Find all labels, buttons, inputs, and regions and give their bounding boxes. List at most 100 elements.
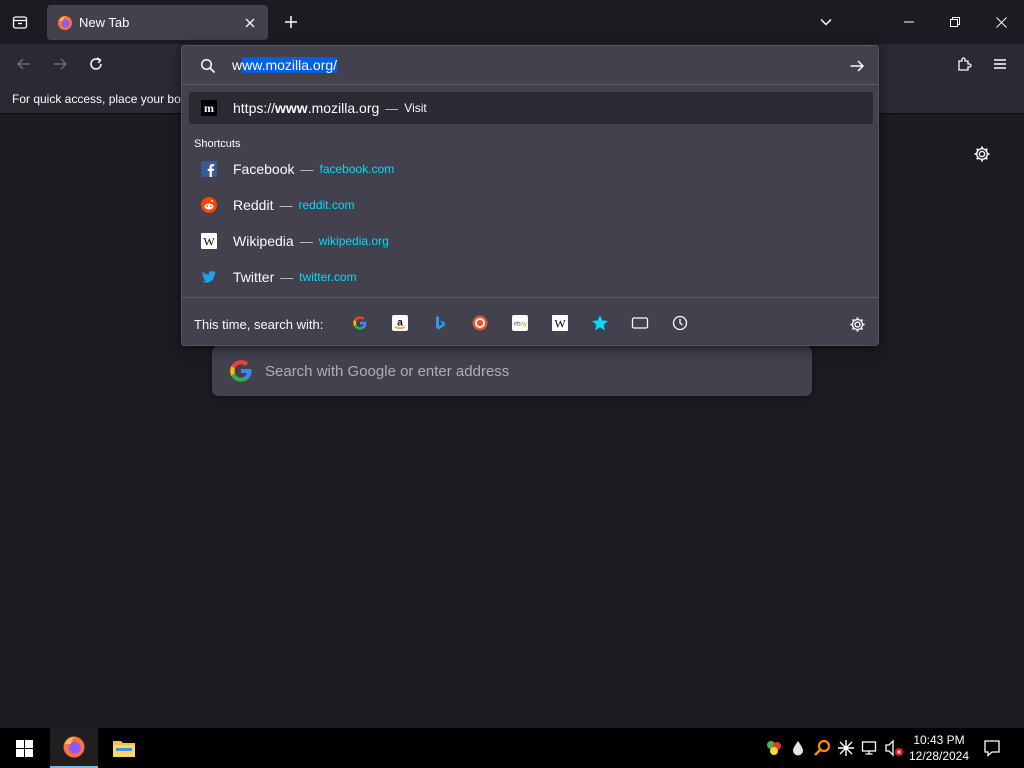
shortcut-reddit[interactable]: Reddit — reddit.com	[189, 189, 873, 221]
back-button[interactable]	[10, 50, 38, 78]
amazon-icon: a	[392, 315, 408, 331]
tray-app-icon[interactable]	[764, 738, 784, 758]
urlbar-popup: www.mozilla.org/ m https://www.mozilla.o…	[181, 45, 879, 346]
system-clock[interactable]: 10:43 PM 12/28/2024	[904, 732, 974, 764]
firefox-view-button[interactable]	[6, 8, 34, 36]
amazon-engine-button[interactable]: a	[388, 312, 412, 334]
windows-logo-icon	[15, 739, 33, 757]
app-menu-button[interactable]	[986, 50, 1014, 78]
tabs-search-button[interactable]	[628, 312, 652, 334]
notification-icon	[984, 740, 1000, 757]
twitter-icon	[201, 269, 217, 285]
action-center-button[interactable]	[980, 736, 1004, 760]
history-search-button[interactable]	[668, 312, 692, 334]
new-tab-button[interactable]	[277, 8, 305, 36]
search-icon	[198, 56, 218, 76]
taskbar-file-explorer[interactable]	[100, 728, 148, 768]
page-settings-button[interactable]	[970, 142, 994, 166]
wikipedia-engine-button[interactable]: W	[548, 312, 572, 334]
newtab-search-box[interactable]: Search with Google or enter address	[212, 346, 812, 396]
gear-icon	[974, 146, 990, 162]
extensions-button[interactable]	[950, 50, 978, 78]
search-settings-button[interactable]	[846, 313, 868, 335]
tray-asterisk-icon[interactable]	[836, 738, 856, 758]
google-icon	[353, 316, 367, 330]
ebay-icon: ebay	[512, 315, 528, 331]
plus-icon	[285, 16, 297, 28]
gear-icon	[849, 316, 865, 332]
facebook-icon	[201, 161, 217, 177]
result-url-bold: www	[275, 100, 308, 116]
restore-button[interactable]	[932, 0, 978, 44]
shortcut-twitter[interactable]: Twitter — twitter.com	[189, 261, 873, 293]
start-button[interactable]	[0, 728, 48, 768]
result-separator: —	[385, 100, 399, 116]
history-icon	[672, 315, 688, 331]
bookmarks-toolbar-hint: For quick access, place your bookmarks h…	[12, 92, 182, 106]
close-icon	[995, 16, 1007, 28]
tab-strip: New Tab	[0, 0, 1024, 44]
shortcut-wikipedia[interactable]: W Wikipedia — wikipedia.org	[189, 225, 873, 257]
puzzle-icon	[958, 57, 972, 71]
taskbar-firefox[interactable]	[50, 728, 98, 768]
restore-icon	[950, 17, 960, 27]
firefox-view-icon	[12, 16, 28, 29]
urlbar-input[interactable]: www.mozilla.org/	[232, 57, 338, 73]
network-icon[interactable]	[860, 738, 880, 758]
go-button[interactable]	[846, 55, 868, 77]
mozilla-icon: m	[201, 100, 217, 116]
result-separator: —	[280, 269, 294, 285]
reload-icon	[90, 57, 102, 70]
result-url-prefix: https://	[233, 100, 276, 116]
firefox-icon	[63, 736, 85, 758]
minimize-button[interactable]	[886, 0, 932, 44]
reload-button[interactable]	[82, 50, 110, 78]
google-engine-button[interactable]	[348, 312, 372, 334]
volume-muted-icon[interactable]	[884, 738, 904, 758]
shortcut-facebook[interactable]: Facebook — facebook.com	[189, 153, 873, 185]
arrow-right-icon	[850, 60, 865, 72]
bing-icon	[436, 316, 445, 330]
ebay-engine-button[interactable]: ebay	[508, 312, 532, 334]
result-separator: —	[299, 233, 313, 249]
result-url-suffix: .mozilla.org	[307, 100, 380, 116]
bing-engine-button[interactable]	[428, 312, 452, 334]
clock-date: 12/28/2024	[908, 749, 970, 763]
wikipedia-icon: W	[201, 233, 217, 249]
close-tab-icon[interactable]	[238, 11, 262, 35]
minimize-icon	[904, 21, 914, 23]
arrow-right-icon	[54, 58, 68, 70]
bookmarks-star-icon	[592, 315, 608, 331]
wikipedia-icon: W	[552, 315, 568, 331]
newtab-search-placeholder: Search with Google or enter address	[265, 362, 510, 380]
close-window-button[interactable]	[978, 0, 1024, 44]
shortcut-url: reddit.com	[298, 198, 355, 212]
forward-button[interactable]	[46, 50, 74, 78]
shortcut-title: Twitter	[233, 269, 275, 285]
duckduckgo-icon	[472, 315, 488, 331]
bookmarks-search-button[interactable]	[588, 312, 612, 334]
svg-text:m: m	[204, 101, 214, 115]
urlbar-autofill-selection: ww.mozilla.org/	[242, 57, 338, 73]
firefox-icon	[57, 15, 73, 31]
google-icon	[228, 358, 254, 384]
list-all-tabs-button[interactable]	[812, 8, 840, 36]
arrow-left-icon	[16, 58, 30, 70]
shortcuts-group-label: Shortcuts	[194, 138, 241, 150]
shortcut-url: facebook.com	[319, 162, 395, 176]
tabs-icon	[631, 317, 649, 329]
tab-new-tab[interactable]: New Tab	[47, 5, 268, 40]
shortcut-title: Facebook	[233, 161, 295, 177]
svg-text:W: W	[554, 317, 566, 331]
urlbar-typed-text: w	[232, 57, 243, 73]
duckduckgo-engine-button[interactable]	[468, 312, 492, 334]
svg-text:W: W	[203, 235, 215, 249]
windows-taskbar: 10:43 PM 12/28/2024	[0, 728, 1024, 768]
urlbar-input-row[interactable]: www.mozilla.org/	[182, 46, 878, 85]
urlbar-result-visit[interactable]: m https://www.mozilla.org — Visit	[189, 92, 873, 124]
shortcut-title: Wikipedia	[233, 233, 294, 249]
tray-drop-icon[interactable]	[788, 738, 808, 758]
tray-search-tool-icon[interactable]	[812, 738, 832, 758]
clock-time: 10:43 PM	[913, 733, 965, 747]
shortcut-url: wikipedia.org	[318, 234, 389, 248]
